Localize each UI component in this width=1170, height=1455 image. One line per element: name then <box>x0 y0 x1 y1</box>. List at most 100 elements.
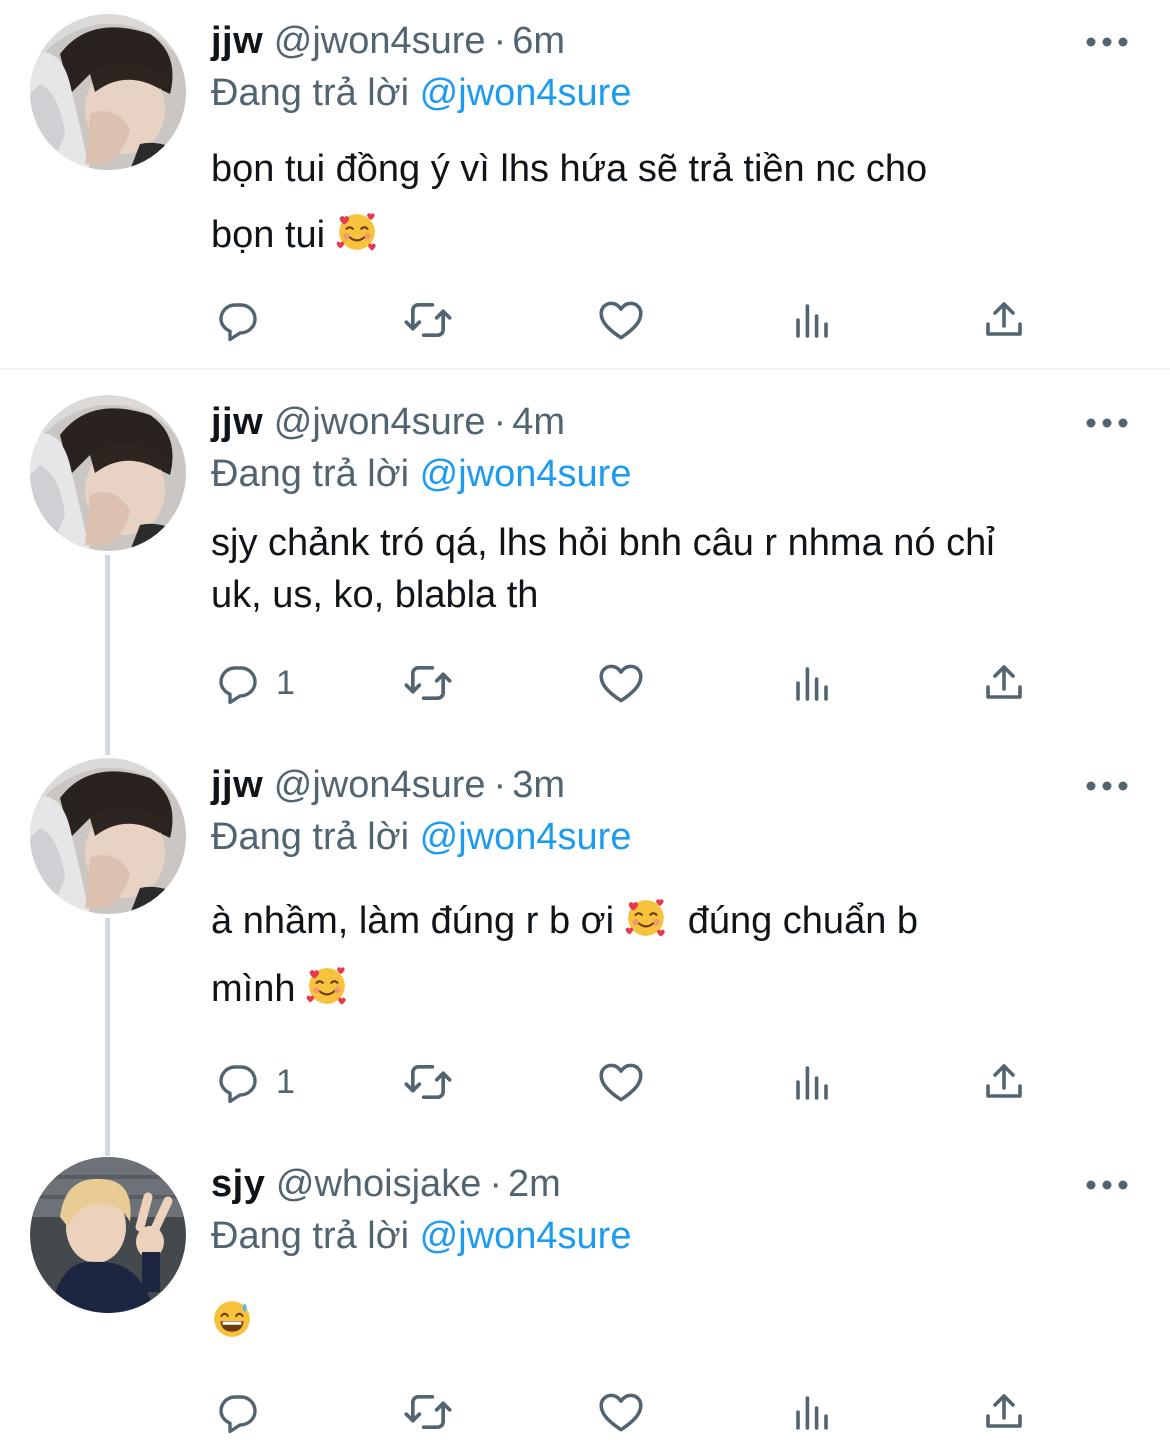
replying-to: Đang trả lời @jwon4sure <box>211 67 631 119</box>
retweet-icon <box>402 657 454 709</box>
replying-label: Đang trả lời <box>211 453 410 495</box>
handle[interactable]: @jwon4sure <box>274 764 486 806</box>
more-icon[interactable] <box>1086 1178 1128 1190</box>
reply-button[interactable]: 1 <box>214 1052 295 1112</box>
views-icon <box>788 1058 836 1106</box>
avatar[interactable] <box>30 1157 186 1313</box>
avatar[interactable] <box>30 14 186 170</box>
share-button[interactable] <box>980 1052 1028 1112</box>
handle[interactable]: @whoisjake <box>276 1163 481 1205</box>
reply-icon <box>214 1388 262 1436</box>
heart-icon <box>596 1057 646 1107</box>
timestamp[interactable]: 4m <box>512 401 565 443</box>
timestamp[interactable]: 6m <box>512 20 565 62</box>
grinning-face-with-sweat-emoji <box>211 1298 253 1340</box>
like-button[interactable] <box>596 1382 646 1442</box>
share-button[interactable] <box>980 653 1028 713</box>
replying-to: Đang trả lời @jwon4sure <box>211 1210 631 1262</box>
more-icon[interactable] <box>1086 779 1128 791</box>
smiling-face-with-hearts-emoji <box>336 211 378 253</box>
tweet-text <box>211 1296 1141 1348</box>
like-button[interactable] <box>596 653 646 713</box>
views-icon <box>788 296 836 344</box>
retweet-icon <box>402 1386 454 1438</box>
tweet-header: jjw @jwon4sure · 3m <box>211 759 565 811</box>
views-icon <box>788 1388 836 1436</box>
display-name[interactable]: jjw <box>211 401 263 443</box>
replying-label: Đang trả lời <box>211 1215 410 1257</box>
share-icon <box>980 659 1028 707</box>
more-icon[interactable] <box>1086 416 1128 428</box>
reply-icon <box>214 296 262 344</box>
views-button[interactable] <box>788 653 836 713</box>
share-icon <box>980 296 1028 344</box>
separator: · <box>493 401 507 443</box>
like-button[interactable] <box>596 1052 646 1112</box>
tweet-header: jjw @jwon4sure · 6m <box>211 15 565 67</box>
tweet[interactable]: sjy @whoisjake · 2m Đang trả lời @jwon4sur… <box>0 1142 1170 1455</box>
reply-button[interactable] <box>214 290 276 350</box>
heart-icon <box>596 658 646 708</box>
action-bar <box>0 290 1170 350</box>
tweet-header: jjw @jwon4sure · 4m <box>211 396 565 448</box>
avatar[interactable] <box>30 758 186 914</box>
tweet[interactable]: jjw @jwon4sure · 6m Đang trả lời @jwon4sur… <box>0 0 1170 368</box>
display-name[interactable]: jjw <box>211 764 263 806</box>
views-button[interactable] <box>788 290 836 350</box>
share-button[interactable] <box>980 290 1028 350</box>
retweet-button[interactable] <box>402 653 454 713</box>
views-button[interactable] <box>788 1382 836 1442</box>
tweet-text-line: bọn tui đồng ý vì lhs hứa sẽ trả tiền nc… <box>211 148 928 190</box>
retweet-button[interactable] <box>402 1052 454 1112</box>
action-bar <box>0 1382 1170 1442</box>
smiling-face-with-hearts-emoji <box>306 965 348 1007</box>
tweet[interactable]: jjw @jwon4sure · 4m Đang trả lời @jwon4sur… <box>0 370 1170 742</box>
reply-icon <box>214 659 262 707</box>
tweet-text-line: sjy chảnk tró qá, lhs hỏi bnh câu r nhma… <box>211 522 995 564</box>
tweet-text-line: à nhầm, làm đúng r b ơi đúng chuẩn b <box>211 887 1141 955</box>
handle[interactable]: @jwon4sure <box>274 20 486 62</box>
tweet-text-line: bọn tui <box>211 202 1141 268</box>
views-icon <box>788 659 836 707</box>
tweet[interactable]: jjw @jwon4sure · 3m Đang trả lời @jwon4sur… <box>0 742 1170 1142</box>
separator: · <box>493 20 507 62</box>
like-button[interactable] <box>596 290 646 350</box>
mention-link[interactable]: @jwon4sure <box>420 72 632 114</box>
reply-button[interactable] <box>214 1382 276 1442</box>
mention-link[interactable]: @jwon4sure <box>420 816 632 858</box>
handle[interactable]: @jwon4sure <box>274 401 486 443</box>
separator: · <box>493 764 507 806</box>
reply-count: 1 <box>276 1062 295 1101</box>
avatar[interactable] <box>30 395 186 551</box>
replying-label: Đang trả lời <box>211 816 410 858</box>
action-bar: 1 <box>0 1052 1170 1112</box>
mention-link[interactable]: @jwon4sure <box>420 1215 632 1257</box>
timestamp[interactable]: 2m <box>508 1163 561 1205</box>
replying-label: Đang trả lời <box>211 72 410 114</box>
reply-button[interactable]: 1 <box>214 653 295 713</box>
retweet-icon <box>402 1056 454 1108</box>
retweet-button[interactable] <box>402 1382 454 1442</box>
share-button[interactable] <box>980 1382 1028 1442</box>
mention-link[interactable]: @jwon4sure <box>420 453 632 495</box>
display-name[interactable]: sjy <box>211 1163 265 1205</box>
more-icon[interactable] <box>1086 35 1128 47</box>
tweet-text-line: uk, us, ko, blabla th <box>211 574 539 616</box>
heart-icon <box>596 295 646 345</box>
action-bar: 1 <box>0 653 1170 713</box>
views-button[interactable] <box>788 1052 836 1112</box>
reply-count: 1 <box>276 663 295 702</box>
tweet-text: bọn tui đồng ý vì lhs hứa sẽ trả tiền nc… <box>211 136 1141 268</box>
tweet-header: sjy @whoisjake · 2m <box>211 1158 561 1210</box>
retweet-button[interactable] <box>402 290 454 350</box>
separator: · <box>489 1163 502 1205</box>
tweet-text: sjy chảnk tró qá, lhs hỏi bnh câu r nhma… <box>211 517 1141 621</box>
display-name[interactable]: jjw <box>211 20 263 62</box>
smiling-face-with-hearts-emoji <box>625 897 667 939</box>
heart-icon <box>596 1387 646 1437</box>
tweet-text-line: mình <box>211 955 1141 1023</box>
timestamp[interactable]: 3m <box>512 764 565 806</box>
retweet-icon <box>402 294 454 346</box>
replying-to: Đang trả lời @jwon4sure <box>211 811 631 863</box>
replying-to: Đang trả lời @jwon4sure <box>211 448 631 500</box>
